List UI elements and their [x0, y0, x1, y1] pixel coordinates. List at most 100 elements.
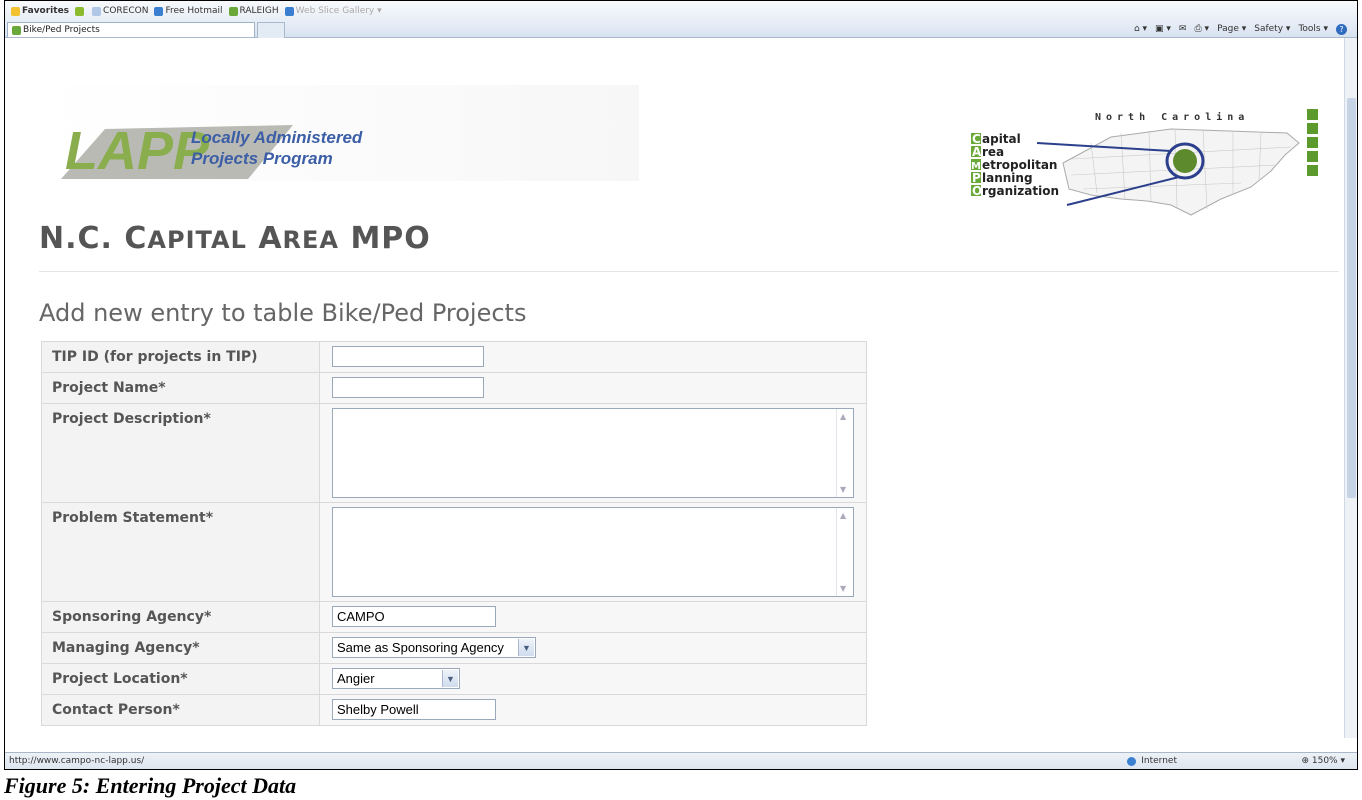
- tools-menu[interactable]: Tools ▾: [1298, 24, 1328, 34]
- site-title-part: C: [124, 221, 148, 256]
- page-menu-label: Page: [1217, 24, 1239, 34]
- project-description-textarea[interactable]: ▲ ▼: [332, 408, 854, 498]
- zoom-control[interactable]: ⊕ 150% ▾: [1301, 756, 1345, 766]
- problem-statement-textarea[interactable]: ▲ ▼: [332, 507, 854, 597]
- site-title: N.C. CAPITAL AREA MPO: [39, 221, 431, 256]
- favorites-label: Favorites: [22, 6, 70, 16]
- field-label: Project Description*: [41, 403, 320, 503]
- tools-menu-label: Tools: [1298, 24, 1321, 34]
- lapp-logo-line2: Projects Program: [191, 149, 333, 168]
- campo-word: rea: [982, 145, 1004, 159]
- field-label: Sponsoring Agency*: [41, 601, 320, 633]
- lapp-logo-line1: Locally Administered: [191, 128, 363, 147]
- favorites-bar: Favorites CORECON Free Hotmail RALEIGH W…: [5, 1, 1357, 21]
- form-row-project-description: Project Description* ▲ ▼: [41, 403, 867, 503]
- field-label: Contact Person*: [41, 694, 320, 726]
- scrollbar-thumb[interactable]: [1347, 98, 1356, 498]
- chevron-down-icon[interactable]: ▼: [518, 639, 534, 656]
- form-row-sponsoring-agency: Sponsoring Agency* CAMPO: [41, 601, 867, 633]
- browser-window: Favorites CORECON Free Hotmail RALEIGH W…: [4, 0, 1358, 770]
- site-title-part: REA: [282, 226, 339, 254]
- field-label: Managing Agency*: [41, 632, 320, 664]
- scroll-up-icon[interactable]: ▲: [840, 511, 846, 520]
- safety-menu[interactable]: Safety ▾: [1254, 24, 1290, 34]
- title-divider: [39, 271, 1339, 272]
- tip-id-input[interactable]: [332, 346, 484, 367]
- favorite-link-webslice[interactable]: Web Slice Gallery ▾: [284, 6, 382, 16]
- security-zone-label: Internet: [1141, 756, 1177, 766]
- home-icon[interactable]: ⌂ ▾: [1134, 24, 1147, 34]
- site-title-prefix: N.C.: [39, 221, 125, 256]
- favorite-link-hotmail[interactable]: Free Hotmail: [154, 6, 223, 16]
- textarea-scrollbar[interactable]: ▲ ▼: [836, 508, 853, 596]
- page-menu[interactable]: Page ▾: [1217, 24, 1246, 34]
- campo-initial: C: [972, 132, 981, 146]
- form-row-tip-id: TIP ID (for projects in TIP): [41, 341, 867, 373]
- safety-menu-label: Safety: [1254, 24, 1284, 34]
- ie-icon: [154, 6, 164, 16]
- field-label: Problem Statement*: [41, 502, 320, 602]
- contact-person-input[interactable]: Shelby Powell: [332, 699, 496, 720]
- entry-form-table: TIP ID (for projects in TIP) Project Nam…: [41, 341, 867, 726]
- globe-icon: [1127, 756, 1137, 766]
- lapp-logo[interactable]: LAPP Locally Administered Projects Progr…: [43, 107, 373, 187]
- vertical-scrollbar[interactable]: [1344, 38, 1357, 738]
- page-icon: [92, 6, 102, 16]
- command-bar: ⌂ ▾ ▣ ▾ ✉ ⎙ ▾ Page ▾ Safety ▾ Tools ▾ ?: [1134, 21, 1347, 37]
- campo-region-fill: [1173, 149, 1197, 173]
- sponsoring-agency-input[interactable]: CAMPO: [332, 606, 496, 627]
- form-row-project-name: Project Name*: [41, 372, 867, 404]
- status-bar: http://www.campo-nc-lapp.us/ Internet ⊕ …: [5, 752, 1357, 769]
- site-title-part: APITAL: [147, 226, 247, 254]
- tab-title: Bike/Ped Projects: [23, 25, 100, 35]
- star-icon: [11, 6, 20, 16]
- field-label: Project Location*: [41, 663, 320, 695]
- scroll-down-icon[interactable]: ▼: [840, 584, 846, 593]
- select-value: Same as Sponsoring Agency: [337, 640, 504, 655]
- page-content: LAPP Locally Administered Projects Progr…: [39, 45, 1341, 751]
- add-favorite-icon[interactable]: [75, 6, 86, 16]
- campo-word: etropolitan: [982, 158, 1057, 172]
- scroll-down-icon[interactable]: ▼: [840, 485, 846, 494]
- field-label: Project Name*: [41, 372, 320, 404]
- help-icon[interactable]: ?: [1336, 23, 1347, 35]
- campo-initial: A: [972, 145, 982, 159]
- textarea-scrollbar[interactable]: ▲ ▼: [836, 409, 853, 497]
- campo-initial: O: [972, 184, 982, 198]
- field-cell: Shelby Powell: [319, 694, 867, 726]
- site-title-part: A: [258, 221, 283, 256]
- print-icon[interactable]: ⎙ ▾: [1194, 24, 1209, 34]
- field-cell: [319, 372, 867, 404]
- field-cell: Angier ▼: [319, 663, 867, 695]
- scroll-up-icon[interactable]: ▲: [840, 412, 846, 421]
- raleigh-icon: [228, 6, 238, 16]
- transport-mode-icons: [1307, 109, 1318, 176]
- figure-caption: Figure 5: Entering Project Data: [4, 773, 297, 798]
- select-value: Angier: [337, 671, 375, 686]
- favorite-link-label: Web Slice Gallery: [295, 6, 375, 16]
- security-zone[interactable]: Internet: [1127, 756, 1177, 766]
- site-title-part: MPO: [350, 221, 431, 256]
- favorites-button[interactable]: Favorites: [11, 6, 69, 16]
- new-tab-button[interactable]: [257, 22, 285, 38]
- managing-agency-select[interactable]: Same as Sponsoring Agency ▼: [332, 637, 536, 658]
- feeds-icon[interactable]: ▣ ▾: [1155, 24, 1171, 34]
- read-mail-icon[interactable]: ✉: [1179, 24, 1187, 34]
- form-row-project-location: Project Location* Angier ▼: [41, 663, 867, 695]
- tab-bike-ped-projects[interactable]: Bike/Ped Projects: [7, 22, 255, 37]
- favorite-link-corecon[interactable]: CORECON: [92, 6, 148, 16]
- chevron-down-icon[interactable]: ▼: [442, 670, 458, 687]
- field-cell: ▲ ▼: [319, 502, 867, 602]
- site-favicon-icon: [12, 25, 21, 35]
- field-label: TIP ID (for projects in TIP): [41, 341, 320, 373]
- field-cell: [319, 341, 867, 373]
- form-row-contact-person: Contact Person* Shelby Powell: [41, 694, 867, 726]
- campo-logo[interactable]: North Carolina Capital Area Metropolitan…: [971, 103, 1341, 227]
- field-cell: CAMPO: [319, 601, 867, 633]
- favorite-link-raleigh[interactable]: RALEIGH: [228, 6, 279, 16]
- form-row-managing-agency: Managing Agency* Same as Sponsoring Agen…: [41, 632, 867, 664]
- project-location-select[interactable]: Angier ▼: [332, 668, 460, 689]
- zoom-level: 150%: [1311, 756, 1338, 766]
- status-url: http://www.campo-nc-lapp.us/: [9, 756, 145, 766]
- project-name-input[interactable]: [332, 377, 484, 398]
